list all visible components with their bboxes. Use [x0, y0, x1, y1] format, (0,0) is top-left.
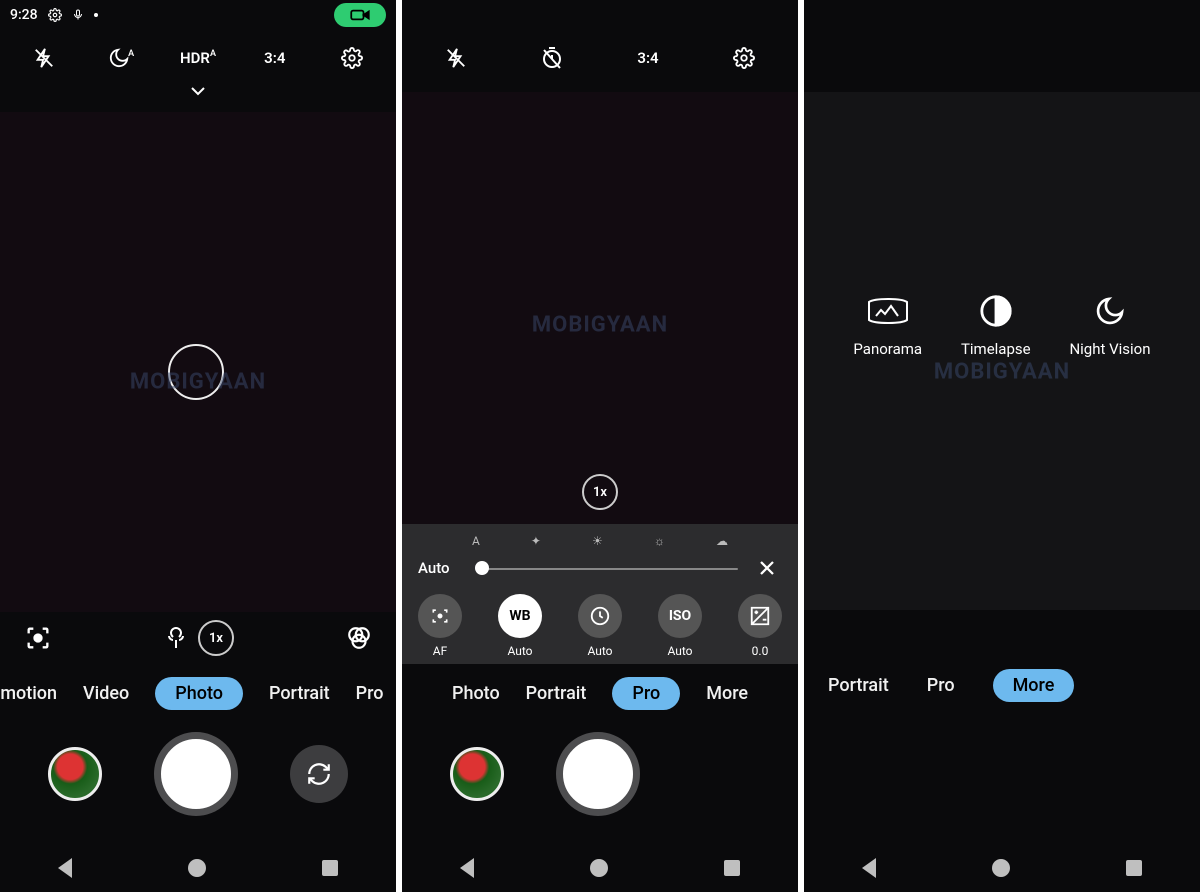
- nav-recents[interactable]: [724, 860, 740, 876]
- camera-photo-screen: 9:28 A HDRA 3:4 MOBIGYAAN 1x: [0, 0, 396, 892]
- google-lens-button[interactable]: [24, 624, 52, 652]
- mode-panorama[interactable]: Panorama: [853, 292, 922, 358]
- mode-photo[interactable]: Photo: [155, 677, 243, 710]
- expand-toolbar-button[interactable]: [0, 86, 396, 106]
- shutter-button[interactable]: [154, 732, 238, 816]
- viewfinder[interactable]: MOBIGYAAN: [0, 112, 396, 612]
- nav-home[interactable]: [992, 859, 1010, 877]
- mode-portrait[interactable]: Portrait: [269, 683, 330, 704]
- mode-pro[interactable]: Pro: [356, 683, 384, 704]
- aspect-ratio-toggle[interactable]: 3:4: [624, 49, 672, 67]
- wb-preset-auto[interactable]: A: [472, 534, 480, 548]
- hdr-toggle[interactable]: HDRA: [174, 49, 222, 67]
- status-bar: [804, 0, 1200, 30]
- zoom-button[interactable]: 1x: [582, 474, 618, 510]
- mode-more[interactable]: More: [706, 683, 748, 704]
- mode-timelapse[interactable]: Timelapse: [961, 292, 1031, 358]
- camera-toolbar: 3:4: [402, 30, 798, 86]
- status-bar: [402, 0, 798, 30]
- zoom-button[interactable]: 1x: [198, 620, 234, 656]
- nav-home[interactable]: [590, 859, 608, 877]
- filters-button[interactable]: [346, 625, 372, 651]
- mode-selector[interactable]: w motion Video Photo Portrait Pro: [0, 664, 396, 722]
- panorama-icon: [863, 292, 913, 330]
- mode-selector[interactable]: Portrait Pro More: [804, 656, 1200, 714]
- nav-back[interactable]: [862, 858, 876, 878]
- watermark: MOBIGYAAN: [532, 313, 668, 338]
- camera-pro-screen: 3:4 MOBIGYAAN 1x A ✦ ☀ ☼ ☁ Auto AF WBAut…: [402, 0, 798, 892]
- android-nav-bar: [402, 844, 798, 892]
- timer-toggle[interactable]: [528, 46, 576, 70]
- nav-back[interactable]: [460, 858, 474, 878]
- settings-button[interactable]: [328, 47, 376, 69]
- status-bar: 9:28: [0, 0, 396, 30]
- wb-preset-daylight[interactable]: ☼: [654, 534, 665, 548]
- settings-status-icon: [48, 8, 62, 22]
- wb-value-label: Auto: [418, 559, 468, 577]
- wb-slider[interactable]: [482, 556, 738, 580]
- camera-toolbar: A HDRA 3:4: [0, 30, 396, 86]
- wb-presets-row: A ✦ ☀ ☼ ☁: [472, 534, 728, 548]
- flash-toggle[interactable]: [432, 47, 480, 69]
- mode-pro[interactable]: Pro: [927, 675, 955, 696]
- macro-button[interactable]: [164, 626, 188, 650]
- close-pro-slider[interactable]: [752, 559, 782, 577]
- wb-preset-fluorescent[interactable]: ☀: [592, 534, 603, 548]
- flash-toggle[interactable]: [20, 47, 68, 69]
- mode-selector[interactable]: Photo Portrait Pro More: [402, 664, 798, 722]
- night-vision-icon: [1085, 292, 1135, 330]
- nav-home[interactable]: [188, 859, 206, 877]
- pro-af-control[interactable]: AF: [418, 594, 462, 658]
- android-nav-bar: [0, 844, 396, 892]
- camera-more-screen: Panorama Timelapse Night Vision MOBIGYAA…: [804, 0, 1200, 892]
- mode-pro[interactable]: Pro: [612, 677, 680, 710]
- pro-wb-control[interactable]: WBAuto: [498, 594, 542, 658]
- mode-night-vision[interactable]: Night Vision: [1069, 292, 1150, 358]
- android-nav-bar: [804, 844, 1200, 892]
- watermark: MOBIGYAAN: [934, 359, 1070, 384]
- settings-button[interactable]: [720, 47, 768, 69]
- camera-flip-button[interactable]: [290, 745, 348, 803]
- gallery-thumbnail[interactable]: [450, 747, 504, 801]
- viewfinder[interactable]: MOBIGYAAN 1x: [402, 92, 798, 524]
- wb-preset-incandescent[interactable]: ✦: [531, 534, 541, 548]
- pro-ev-control[interactable]: 0.0: [738, 594, 782, 658]
- pro-iso-control[interactable]: ISOAuto: [658, 594, 702, 658]
- wb-preset-cloudy[interactable]: ☁: [716, 534, 728, 548]
- mode-slow-motion[interactable]: w motion: [0, 683, 57, 704]
- gallery-thumbnail[interactable]: [48, 747, 102, 801]
- aspect-ratio-toggle[interactable]: 3:4: [251, 49, 299, 67]
- pro-shutter-control[interactable]: Auto: [578, 594, 622, 658]
- nav-recents[interactable]: [1126, 860, 1142, 876]
- mic-status-icon: [72, 8, 84, 22]
- nav-recents[interactable]: [322, 860, 338, 876]
- mode-photo[interactable]: Photo: [452, 683, 500, 704]
- mode-portrait[interactable]: Portrait: [526, 683, 587, 704]
- watermark: MOBIGYAAN: [130, 370, 266, 395]
- more-modes-panel: Panorama Timelapse Night Vision MOBIGYAA…: [804, 92, 1200, 610]
- dot-status-icon: [94, 13, 98, 17]
- camera-privacy-indicator: [334, 3, 386, 27]
- shutter-button[interactable]: [556, 732, 640, 816]
- nav-back[interactable]: [58, 858, 72, 878]
- pro-controls: A ✦ ☀ ☼ ☁ Auto AF WBAuto Auto ISOAuto 0.…: [402, 524, 798, 664]
- night-mode-toggle[interactable]: A: [97, 47, 145, 69]
- mode-portrait[interactable]: Portrait: [828, 675, 889, 696]
- clock: 9:28: [10, 7, 38, 23]
- timelapse-icon: [971, 292, 1021, 330]
- mode-more[interactable]: More: [993, 669, 1075, 702]
- mode-video[interactable]: Video: [83, 683, 129, 704]
